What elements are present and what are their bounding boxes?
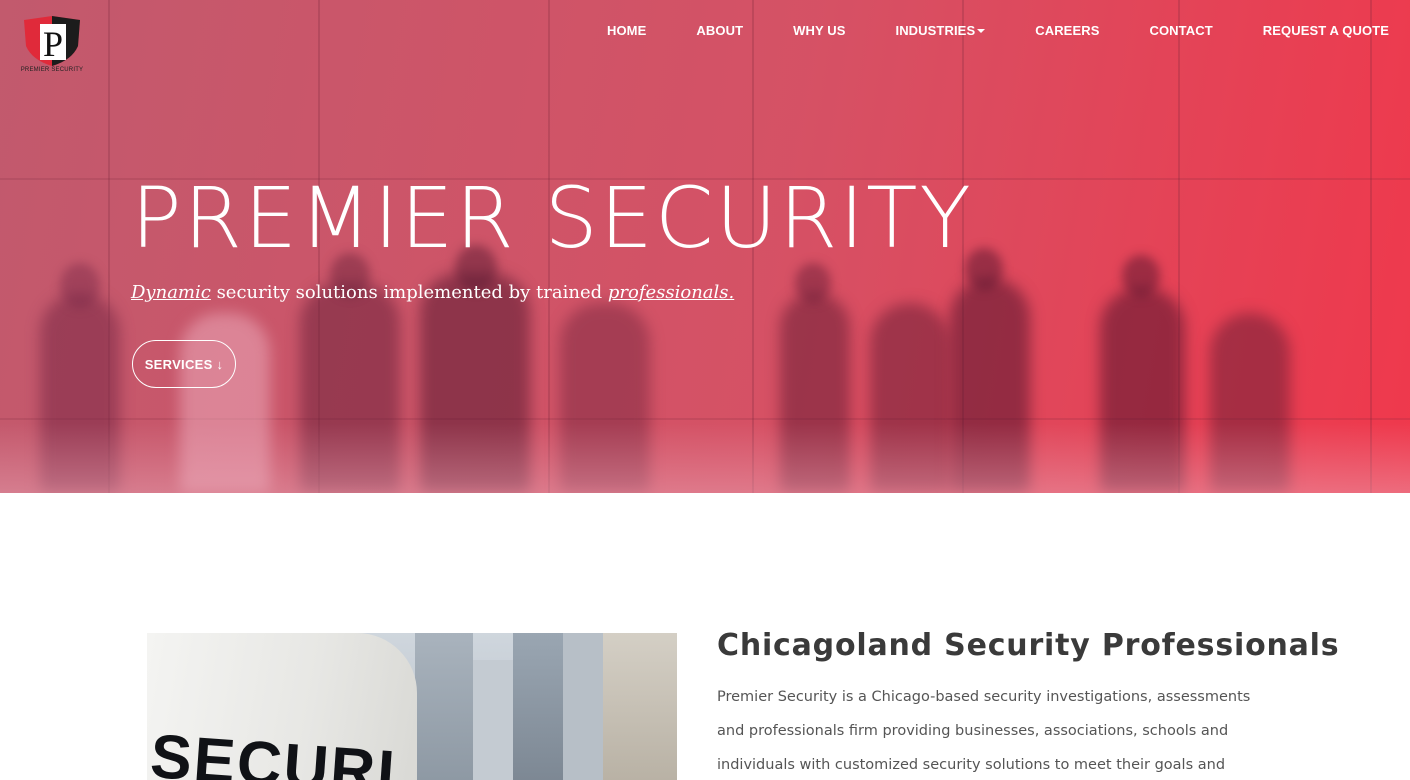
security-guard-photo: SECURI — [147, 633, 677, 780]
hero-subtitle-emphasis-2: professionals. — [607, 282, 735, 303]
nav-careers[interactable]: CAREERS — [1035, 23, 1099, 38]
logo-text: PREMIER SECURITY — [20, 67, 84, 73]
caret-down-icon — [977, 29, 986, 33]
hero-section: P PREMIER SECURITY HOME ABOUT WHY US IND… — [0, 0, 1410, 493]
nav-home[interactable]: HOME — [607, 23, 646, 38]
hero-title: PREMIER SECURITY — [131, 169, 973, 267]
hero-subtitle: Dynamic security solutions implemented b… — [131, 282, 734, 303]
nav-request-quote[interactable]: REQUEST A QUOTE — [1263, 23, 1389, 38]
section-body-text: Premier Security is a Chicago-based secu… — [717, 689, 1251, 773]
nav-why-us[interactable]: WHY US — [793, 23, 845, 38]
nav-contact[interactable]: CONTACT — [1149, 23, 1212, 38]
shield-logo-icon: P — [24, 16, 80, 66]
nav-about[interactable]: ABOUT — [696, 23, 743, 38]
main-nav: HOME ABOUT WHY US INDUSTRIES CAREERS CON… — [557, 23, 1389, 38]
services-button[interactable]: SERVICES ↓ — [132, 340, 236, 388]
nav-industries[interactable]: INDUSTRIES — [895, 23, 986, 38]
logo-letter: P — [43, 24, 63, 64]
hero-subtitle-text: security solutions implemented by traine… — [210, 282, 608, 303]
hero-subtitle-emphasis-1: Dynamic — [131, 282, 211, 303]
logo[interactable]: P PREMIER SECURITY — [20, 14, 84, 76]
section-heading: Chicagoland Security Professionals — [717, 628, 1340, 663]
